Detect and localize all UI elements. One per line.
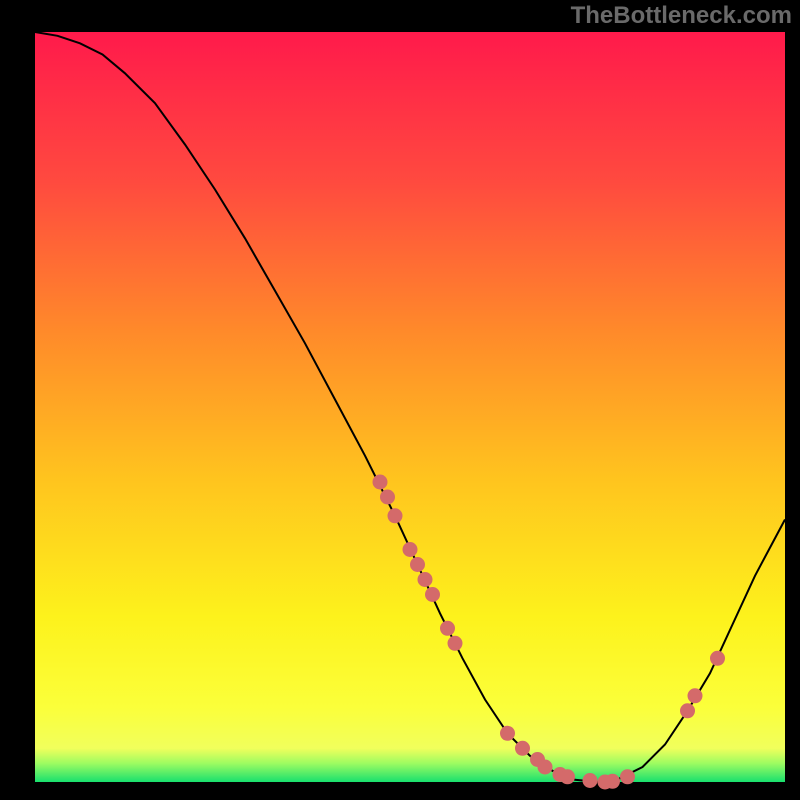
marker-point: [605, 774, 620, 789]
marker-point: [448, 636, 463, 651]
watermark-text: TheBottleneck.com: [571, 2, 792, 30]
marker-point: [425, 587, 440, 602]
marker-point: [500, 726, 515, 741]
marker-point: [710, 651, 725, 666]
marker-point: [688, 688, 703, 703]
marker-point: [515, 741, 530, 756]
marker-point: [388, 508, 403, 523]
plot-background: [35, 32, 785, 782]
chart-canvas: [0, 0, 800, 800]
marker-point: [410, 557, 425, 572]
marker-point: [380, 490, 395, 505]
marker-point: [373, 475, 388, 490]
marker-point: [620, 769, 635, 784]
marker-point: [418, 572, 433, 587]
chart-frame: TheBottleneck.com: [0, 0, 800, 800]
marker-point: [560, 769, 575, 784]
marker-point: [538, 760, 553, 775]
marker-point: [403, 542, 418, 557]
marker-point: [583, 773, 598, 788]
marker-point: [680, 703, 695, 718]
marker-point: [440, 621, 455, 636]
